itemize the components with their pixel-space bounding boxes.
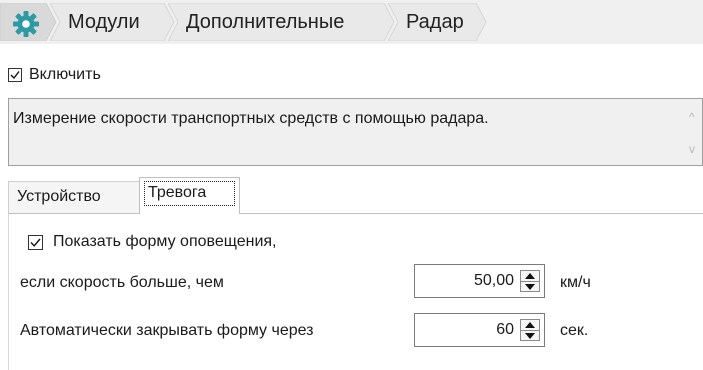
breadcrumb-label: Радар: [406, 11, 464, 33]
scroll-up-icon[interactable]: ^: [689, 111, 695, 123]
arrow-up-icon: [525, 273, 535, 279]
breadcrumb-label: Модули: [68, 11, 140, 33]
spin-down-button[interactable]: [521, 281, 539, 292]
speed-unit-label: км/ч: [560, 274, 591, 291]
breadcrumb-label: Дополнительные: [186, 11, 345, 33]
show-form-row: Показать форму оповещения,: [28, 231, 277, 253]
tab-label: Устройство: [17, 188, 101, 205]
description-textarea[interactable]: Измерение скорости транспортных средств …: [8, 98, 703, 166]
tab-device[interactable]: Устройство: [8, 181, 140, 213]
description-scrollbar[interactable]: ^ v: [688, 99, 702, 165]
show-form-label: Показать форму оповещения,: [53, 233, 277, 250]
spin-buttons: [520, 319, 540, 341]
show-form-checkbox[interactable]: [28, 234, 43, 250]
description-text: Измерение скорости транспортных средств …: [13, 110, 489, 127]
arrow-down-icon: [525, 284, 535, 290]
spin-up-button[interactable]: [521, 271, 539, 281]
arrow-down-icon: [525, 333, 535, 339]
checkmark-icon: [10, 71, 20, 80]
autoclose-label: Автоматически закрывать форму через: [20, 322, 314, 339]
autoclose-unit-label: сек.: [560, 322, 589, 339]
enable-checkbox[interactable]: [8, 68, 22, 82]
speed-threshold-spinner[interactable]: 50,00: [414, 264, 545, 298]
autoclose-spinner[interactable]: 60: [414, 313, 545, 347]
spin-buttons: [520, 270, 540, 292]
breadcrumb-bar: Модули Дополнительные Радар: [0, 0, 703, 44]
speed-threshold-value[interactable]: 50,00: [474, 265, 514, 297]
tab-alarm[interactable]: Тревога: [139, 177, 240, 214]
breadcrumb-item-additional[interactable]: Дополнительные: [168, 3, 396, 41]
enable-row: Включить: [8, 64, 101, 86]
spin-up-button[interactable]: [521, 320, 539, 330]
speed-threshold-label: если скорость больше, чем: [20, 274, 224, 291]
alarm-panel: Показать форму оповещения, если скорость…: [8, 213, 703, 370]
arrow-up-icon: [525, 322, 535, 328]
checkmark-icon: [30, 238, 41, 247]
scroll-down-icon[interactable]: v: [689, 143, 695, 155]
tab-label: Тревога: [148, 184, 207, 201]
enable-label: Включить: [29, 66, 101, 83]
autoclose-value[interactable]: 60: [496, 314, 514, 346]
breadcrumb-item-radar[interactable]: Радар: [388, 3, 488, 41]
spin-down-button[interactable]: [521, 330, 539, 341]
gear-icon: [13, 11, 39, 37]
breadcrumb-item-modules[interactable]: Модули: [50, 3, 176, 41]
